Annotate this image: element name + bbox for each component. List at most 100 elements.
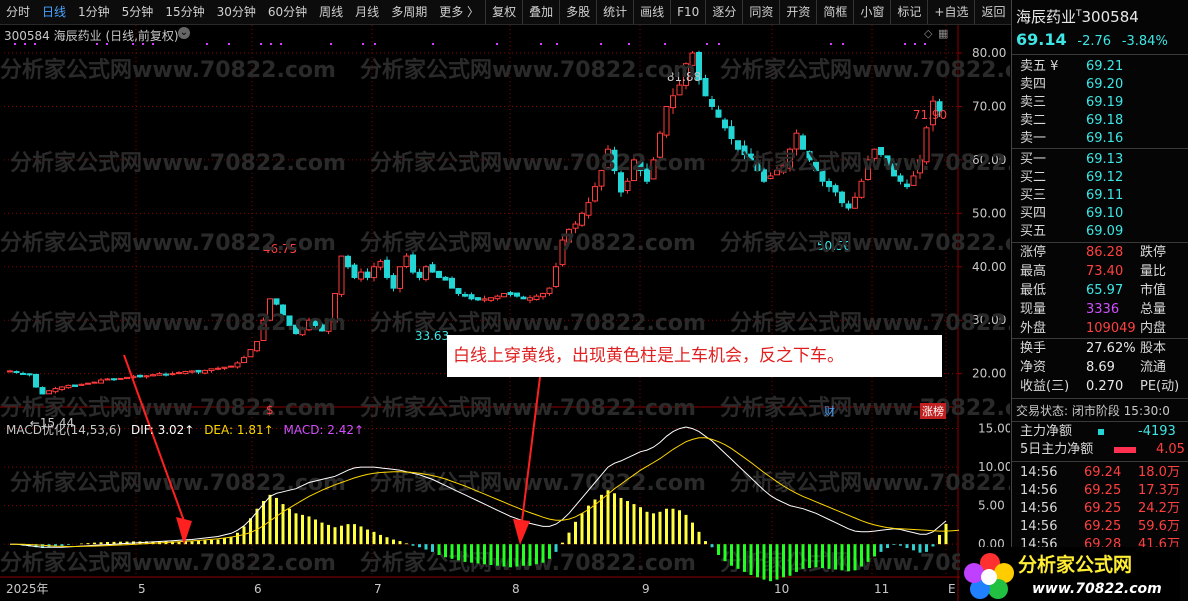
candle-body [13,371,20,374]
ask-value: 69.21 [1086,59,1124,74]
finance-marker[interactable]: 财 [824,403,835,419]
candle-body [143,375,150,378]
candle-body [163,373,169,376]
multi-stock-button[interactable]: 多股 [559,0,596,24]
open-capital-button[interactable]: 开资 [779,0,816,24]
bid-row: 买四 69.10 [1016,205,1186,223]
candle-body [215,367,221,370]
stat-label: 现量 [1020,302,1047,317]
grid-icon[interactable]: ▦ [938,27,948,40]
candle-body [208,368,215,372]
candle-body [351,264,358,278]
site-logo: 分析家公式网 www.70822.com [960,547,1180,601]
stat2-value: 27.62% [1086,341,1136,356]
tick-time: 14:56 [1020,483,1058,498]
tab-weekly[interactable]: 周线 [313,0,349,24]
tab-60min[interactable]: 60分钟 [262,0,313,24]
chart-area[interactable]: 80.00 70.00 60.00 50.00 40.00 30.00 20.00 15.00… [0,25,1010,601]
simple-frame-button[interactable]: 简框 [816,0,853,24]
candle-body [189,370,195,373]
signal-dot [374,43,376,45]
same-capital-button[interactable]: 同资 [742,0,779,24]
tab-5min[interactable]: 5分钟 [116,0,160,24]
time-tick-label: 7 [374,582,382,596]
f10-button[interactable]: F10 [670,0,705,24]
ask-value: 69.20 [1086,77,1124,92]
ask-row: 卖四 69.20 [1016,76,1186,94]
chart-title: 300584 海辰药业 (日线,前复权) [4,29,179,43]
more-button[interactable]: 更多 〉 [433,0,485,24]
bid-row: 买二 69.12 [1016,169,1186,187]
candle-body [137,374,143,378]
bid-label: 买四 [1020,206,1047,221]
adjust-button[interactable]: 复权 [485,0,522,24]
tick-row: 14:56 69.25 17.3万 [1016,482,1186,500]
chevron-down-icon[interactable]: ⌄ [178,27,190,39]
tab-daily[interactable]: 日线 [36,0,72,24]
by-minute-button[interactable]: 逐分 [705,0,742,24]
tab-30min[interactable]: 30分钟 [211,0,262,24]
tick-price: 69.25 [1084,519,1122,534]
tick-price: 69.24 [1084,465,1122,480]
tab-15min[interactable]: 15分钟 [159,0,210,24]
candle-body [364,271,371,278]
candle-body [514,292,520,297]
candle-body [156,373,163,376]
stats-button[interactable]: 统计 [596,0,633,24]
candle-body [494,295,501,300]
candle-body [410,254,416,273]
candle-body [273,298,280,305]
back-button[interactable]: 返回 [974,0,1011,24]
stat2-value: 0.270 [1086,379,1124,394]
candle-body [624,180,631,191]
add-watchlist-button[interactable]: +自选 [927,0,974,24]
tick-price: 69.25 [1084,501,1122,516]
candle-body [904,183,910,188]
tab-multi-period[interactable]: 多周期 [385,0,433,24]
candle-body [676,84,683,96]
stat-right-label: 量比 [1140,264,1167,279]
bid-value: 69.12 [1086,170,1124,185]
kline-chart[interactable]: 80.0070.0060.0050.0040.0030.0020.0015.00… [0,25,1010,601]
time-tick-label: 5 [138,582,146,596]
signal-dot [206,43,208,45]
stat2-label: 净资 [1020,360,1047,375]
draw-button[interactable]: 画线 [633,0,670,24]
watermark-text: 分析家公式网www.70822.com [730,150,1010,176]
stat-row: 最高 73.40 量比 [1016,263,1186,281]
stat-value: 3336 [1086,302,1120,317]
logo-text: 分析家公式网 [1018,553,1132,576]
signal-dot [600,43,602,45]
candle-body [501,292,507,298]
diamond-icon[interactable]: ◇ [924,27,933,40]
watermark-text: 分析家公式网www.70822.com [720,230,1010,256]
bid-label: 买三 [1020,188,1047,203]
top-toolbar: 分时 日线 1分钟 5分钟 15分钟 30分钟 60分钟 周线 月线 多周期 更… [0,0,1188,25]
watermark-text: 分析家公式网www.70822.com [10,470,346,496]
ask-value: 69.19 [1086,95,1124,110]
limit-up-marker[interactable]: 涨榜 [920,403,946,419]
candle-body [462,293,468,297]
tab-monthly[interactable]: 月线 [349,0,385,24]
tick-volume: 59.6万 [1138,519,1180,534]
main-net5-bar [1114,447,1136,453]
watermark-text: 分析家公式网www.70822.com [10,150,346,176]
overlay-button[interactable]: 叠加 [522,0,559,24]
arrow-head-2 [513,519,530,545]
ask-row: 卖三 69.19 [1016,94,1186,112]
mark-button[interactable]: 标记 [890,0,927,24]
trade-status: 交易状态: 闭市阶段 15:30:0 [1016,404,1170,418]
small-window-button[interactable]: 小窗 [853,0,890,24]
signal-dot [914,43,916,45]
watermark-text: 分析家公式网www.70822.com [730,470,1010,496]
annotation-arrow-1 [123,354,185,522]
signal-dot [556,43,558,45]
tick-volume: 18.0万 [1138,465,1180,480]
candle-body [371,266,377,279]
dea-value: DEA: 1.81↑ [204,423,274,437]
tick-price: 69.25 [1084,483,1122,498]
tab-1min[interactable]: 1分钟 [72,0,116,24]
tab-intraday[interactable]: 分时 [0,0,36,24]
stat-value: 109049 [1086,321,1136,336]
main-net-value: -4193 [1138,424,1176,439]
